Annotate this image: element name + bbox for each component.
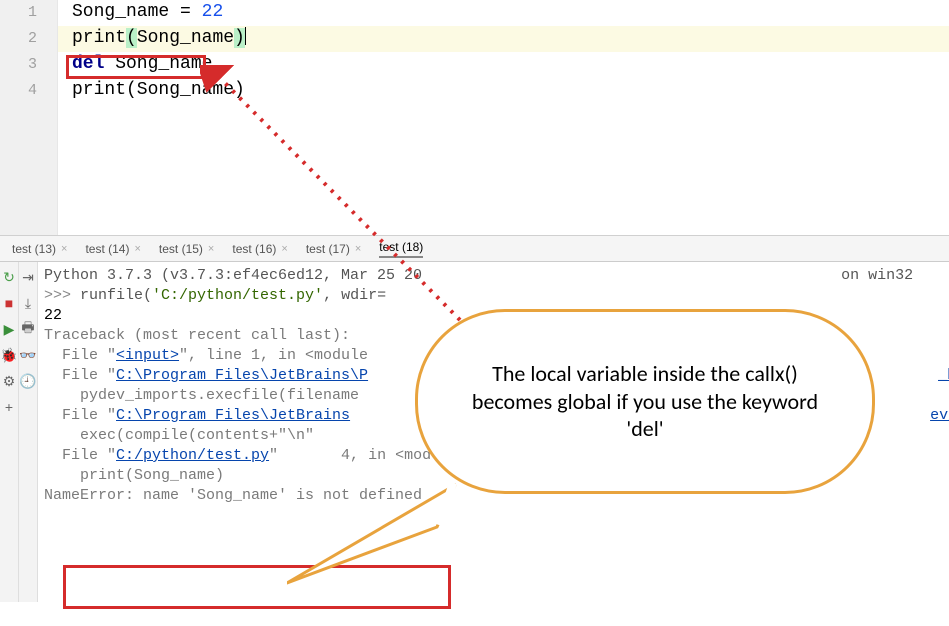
- code-line-4[interactable]: print(Song_name): [58, 78, 949, 104]
- run-toolbar: ↻ ■ ▶ 🐞 ⚙ +: [0, 262, 19, 602]
- play-icon[interactable]: ▶: [0, 320, 18, 338]
- close-icon[interactable]: ×: [208, 243, 214, 255]
- console-output[interactable]: Python 3.7.3 (v3.7.3:ef4ec6ed12, Mar 25 …: [38, 262, 949, 602]
- traceback-file-3: File "C:\Program Files\JetBrainsev_im: [44, 406, 949, 426]
- line-number: 3: [0, 52, 57, 78]
- tab-test-18[interactable]: test (18): [379, 240, 423, 258]
- code-editor[interactable]: 1 2 3 4 Song_name = 22 print(Song_name) …: [0, 0, 949, 236]
- error-message: NameError: name 'Song_name' is not defin…: [44, 486, 949, 506]
- python-version: Python 3.7.3 (v3.7.3:ef4ec6ed12, Mar 25 …: [44, 266, 949, 286]
- file-link[interactable]: <input>: [116, 347, 179, 364]
- step-icon[interactable]: ⇥: [19, 268, 37, 286]
- line-number: 1: [0, 0, 57, 26]
- close-icon[interactable]: ×: [355, 243, 361, 255]
- console-command: >>> runfile('C:/python/test.py', wdir=: [44, 286, 949, 306]
- print-icon[interactable]: 🖶: [19, 320, 37, 338]
- file-link[interactable]: C:\Program Files\JetBrains\P: [116, 367, 368, 384]
- debug-icon[interactable]: 🐞: [0, 346, 18, 364]
- rerun-icon[interactable]: ↻: [0, 268, 18, 286]
- close-icon[interactable]: ×: [61, 243, 67, 255]
- scroll-down-icon[interactable]: ⤓: [19, 294, 37, 312]
- file-link[interactable]: C:/python/test.py: [116, 447, 269, 464]
- editor-content[interactable]: Song_name = 22 print(Song_name) del Song…: [58, 0, 949, 235]
- tab-test-15[interactable]: test (15)×: [159, 242, 214, 256]
- traceback-code: pydev_imports.execfile(filename: [44, 386, 949, 406]
- traceback-code: exec(compile(contents+"\n": [44, 426, 949, 446]
- line-number: 2: [0, 26, 57, 52]
- text-cursor: [245, 27, 246, 45]
- output-value: 22: [44, 306, 949, 326]
- traceback-file-4: File "C:/python/test.py" 4, in <mod: [44, 446, 949, 466]
- tab-test-16[interactable]: test (16)×: [232, 242, 287, 256]
- tab-test-14[interactable]: test (14)×: [85, 242, 140, 256]
- error-code-line: print(Song_name): [44, 466, 949, 486]
- line-number: 4: [0, 78, 57, 104]
- settings-icon[interactable]: ⚙: [0, 372, 18, 390]
- history-icon[interactable]: 🕘: [19, 372, 37, 390]
- close-icon[interactable]: ×: [134, 243, 140, 255]
- add-icon[interactable]: +: [0, 398, 18, 416]
- tab-test-13[interactable]: test (13)×: [12, 242, 67, 256]
- console-toolbar: ⇥ ⤓ 🖶 👓 🕘: [19, 262, 38, 602]
- code-line-2[interactable]: print(Song_name): [58, 26, 949, 52]
- close-icon[interactable]: ×: [281, 243, 287, 255]
- console-tabs: test (13)× test (14)× test (15)× test (1…: [0, 236, 949, 262]
- traceback-header: Traceback (most recent call last):: [44, 326, 949, 346]
- editor-gutter: 1 2 3 4: [0, 0, 58, 235]
- traceback-file-1: File "<input>", line 1, in <module: [44, 346, 949, 366]
- traceback-file-2: File "C:\Program Files\JetBrains\P_bu: [44, 366, 949, 386]
- tab-test-17[interactable]: test (17)×: [306, 242, 361, 256]
- stop-icon[interactable]: ■: [0, 294, 18, 312]
- code-line-1[interactable]: Song_name = 22: [58, 0, 949, 26]
- glasses-icon[interactable]: 👓: [19, 346, 37, 364]
- file-link[interactable]: C:\Program Files\JetBrains: [116, 407, 350, 424]
- code-line-3[interactable]: del Song_name: [58, 52, 949, 78]
- console-panel: ↻ ■ ▶ 🐞 ⚙ + ⇥ ⤓ 🖶 👓 🕘 Python 3.7.3 (v3.7…: [0, 262, 949, 602]
